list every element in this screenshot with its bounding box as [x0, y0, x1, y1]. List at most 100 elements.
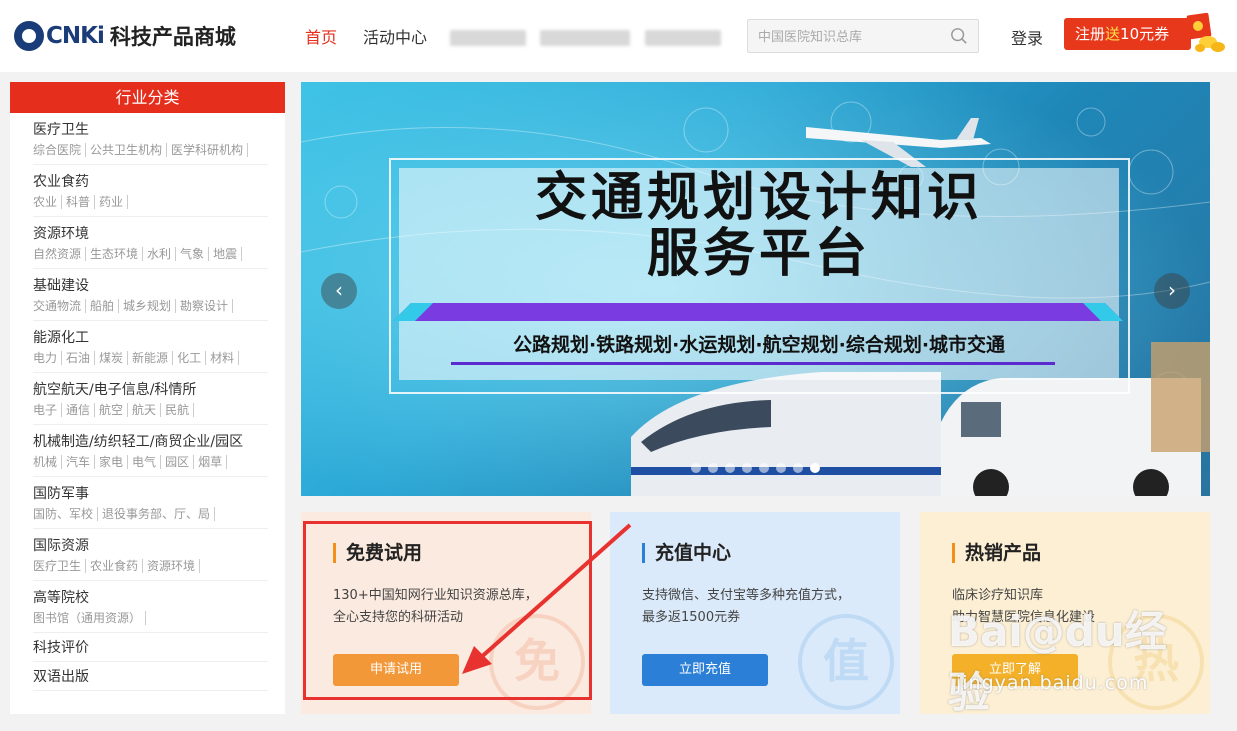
apply-trial-button[interactable]: 申请试用 [333, 654, 459, 686]
banner-prev-button[interactable]: ‹ [321, 273, 357, 309]
search-icon[interactable] [950, 27, 968, 45]
subcategory-link[interactable]: 通信 [62, 403, 96, 417]
banner-next-button[interactable]: › [1154, 273, 1190, 309]
category-item: 航空航天/电子信息/科情所电子 通信 航空 航天 民航 [33, 373, 268, 425]
carousel-dot[interactable] [793, 463, 803, 473]
subcategory-link[interactable]: 电子 [33, 403, 63, 417]
banner-ribbon [393, 303, 1123, 321]
category-name[interactable]: 医疗卫生 [33, 121, 268, 139]
blurred-nav-item[interactable] [450, 30, 526, 46]
cnki-globe-icon [14, 21, 44, 51]
banner-title-line1: 交通规划设计知识 [534, 168, 983, 228]
category-item: 农业食药农业 科普 药业 [33, 165, 268, 217]
subcategory-link[interactable]: 公共卫生机构 [86, 143, 168, 157]
subcategory-link[interactable]: 电气 [128, 455, 162, 469]
category-name[interactable]: 国防军事 [33, 485, 268, 503]
subcategory-link[interactable]: 航空 [95, 403, 129, 417]
subcategory-link[interactable]: 国防、军校 [33, 507, 99, 521]
baidu-jingyan-watermark: Bai@du经验 jingyan.baidu.com [948, 598, 1208, 717]
category-name[interactable]: 资源环境 [33, 225, 268, 243]
watermark-url: jingyan.baidu.com [956, 672, 1149, 694]
blurred-nav-item[interactable] [540, 30, 630, 46]
register-button[interactable]: 注册送10元券 [1064, 18, 1191, 50]
subcategory-link[interactable]: 综合医院 [33, 143, 87, 157]
category-name[interactable]: 机械制造/纺织轻工/商贸企业/园区 [33, 433, 268, 451]
subcategory-link[interactable]: 地震 [209, 247, 243, 261]
banner-title: 交通规划设计知识 服务平台 [399, 170, 1119, 282]
subcategory-link[interactable]: 家电 [95, 455, 129, 469]
category-item: 资源环境自然资源 生态环境 水利 气象 地震 [33, 217, 268, 269]
subcategory-link[interactable]: 生态环境 [86, 247, 144, 261]
subcategory-link[interactable]: 民航 [161, 403, 195, 417]
category-name[interactable]: 航空航天/电子信息/科情所 [33, 381, 268, 399]
category-name[interactable]: 基础建设 [33, 277, 268, 295]
recharge-button[interactable]: 立即充值 [642, 654, 768, 686]
category-name[interactable]: 农业食药 [33, 173, 268, 191]
nav-activity-center[interactable]: 活动中心 [363, 24, 427, 48]
trial-stamp-icon: 免 [489, 614, 585, 710]
carousel-dot[interactable] [742, 463, 752, 473]
subcategory-link[interactable]: 材料 [206, 351, 240, 365]
subcategory-link[interactable]: 机械 [33, 455, 63, 469]
sidebar-title: 行业分类 [10, 82, 285, 113]
card-desc-line: 130+中国知网行业知识资源总库， [333, 588, 538, 603]
search-box [747, 19, 979, 53]
category-name[interactable]: 能源化工 [33, 329, 268, 347]
subcategory-link[interactable]: 城乡规划 [119, 299, 177, 313]
category-item: 医疗卫生综合医院 公共卫生机构 医学科研机构 [33, 113, 268, 165]
nav-home[interactable]: 首页 [305, 24, 337, 48]
logo-text: CNKi [46, 23, 105, 49]
card-title: 免费试用 [333, 543, 422, 563]
subcategory-link[interactable]: 石油 [62, 351, 96, 365]
banner-carousel[interactable]: 交通规划设计知识 服务平台 公路规划·铁路规划·水运规划·航空规划·综合规划·城… [301, 82, 1210, 496]
subcategory-link[interactable]: 园区 [161, 455, 195, 469]
category-name[interactable]: 科技评价 [33, 639, 268, 657]
blurred-nav-item[interactable] [645, 30, 721, 46]
subcategory-link[interactable]: 航天 [128, 403, 162, 417]
watermark-brand: Bai@du经验 [948, 607, 1167, 717]
subcategory-link[interactable]: 图书馆（通用资源） [33, 611, 147, 625]
subcategory-link[interactable]: 农业食药 [86, 559, 144, 573]
subcategory-link[interactable]: 煤炭 [95, 351, 129, 365]
main-nav: 首页 活动中心 [305, 24, 453, 48]
subcategory-link[interactable]: 医学科研机构 [167, 143, 249, 157]
subcategory-link[interactable]: 汽车 [62, 455, 96, 469]
subcategory-link[interactable]: 资源环境 [143, 559, 201, 573]
subcategory-link[interactable]: 勘察设计 [176, 299, 234, 313]
subcategory-link[interactable]: 船舶 [86, 299, 120, 313]
subcategory-link[interactable]: 水利 [143, 247, 177, 261]
carousel-dot[interactable] [810, 463, 820, 473]
category-item: 国防军事国防、军校 退役事务部、厅、局 [33, 477, 268, 529]
subcategory-link[interactable]: 自然资源 [33, 247, 87, 261]
cnki-logo[interactable]: CNKi 科技产品商城 [14, 18, 236, 54]
subcategory-link[interactable]: 交通物流 [33, 299, 87, 313]
gift-coins-icon [1186, 12, 1225, 52]
category-item: 国际资源医疗卫生 农业食药 资源环境 [33, 529, 268, 581]
subcategory-link[interactable]: 新能源 [128, 351, 174, 365]
carousel-dot[interactable] [708, 463, 718, 473]
category-name[interactable]: 高等院校 [33, 589, 268, 607]
subcategory-link[interactable]: 退役事务部、厅、局 [98, 507, 216, 521]
card-title: 热销产品 [952, 543, 1041, 563]
subcategory-link[interactable]: 电力 [33, 351, 63, 365]
subcategory-link[interactable]: 药业 [95, 195, 129, 209]
recharge-stamp-icon: 值 [798, 614, 894, 710]
category-subs: 自然资源 生态环境 水利 气象 地震 [33, 246, 268, 262]
login-link[interactable]: 登录 [1011, 25, 1043, 49]
carousel-dot[interactable] [691, 463, 701, 473]
category-name[interactable]: 双语出版 [33, 668, 268, 686]
subcategory-link[interactable]: 科普 [62, 195, 96, 209]
carousel-dot[interactable] [759, 463, 769, 473]
subcategory-link[interactable]: 气象 [176, 247, 210, 261]
subcategory-link[interactable]: 农业 [33, 195, 63, 209]
search-input[interactable] [748, 20, 938, 52]
category-name[interactable]: 国际资源 [33, 537, 268, 555]
category-item: 科技评价 [33, 633, 268, 662]
subcategory-link[interactable]: 化工 [173, 351, 207, 365]
carousel-dot[interactable] [725, 463, 735, 473]
category-subs: 图书馆（通用资源） [33, 610, 268, 626]
banner-title-line2: 服务平台 [646, 224, 871, 284]
subcategory-link[interactable]: 烟草 [194, 455, 228, 469]
subcategory-link[interactable]: 医疗卫生 [33, 559, 87, 573]
carousel-dot[interactable] [776, 463, 786, 473]
